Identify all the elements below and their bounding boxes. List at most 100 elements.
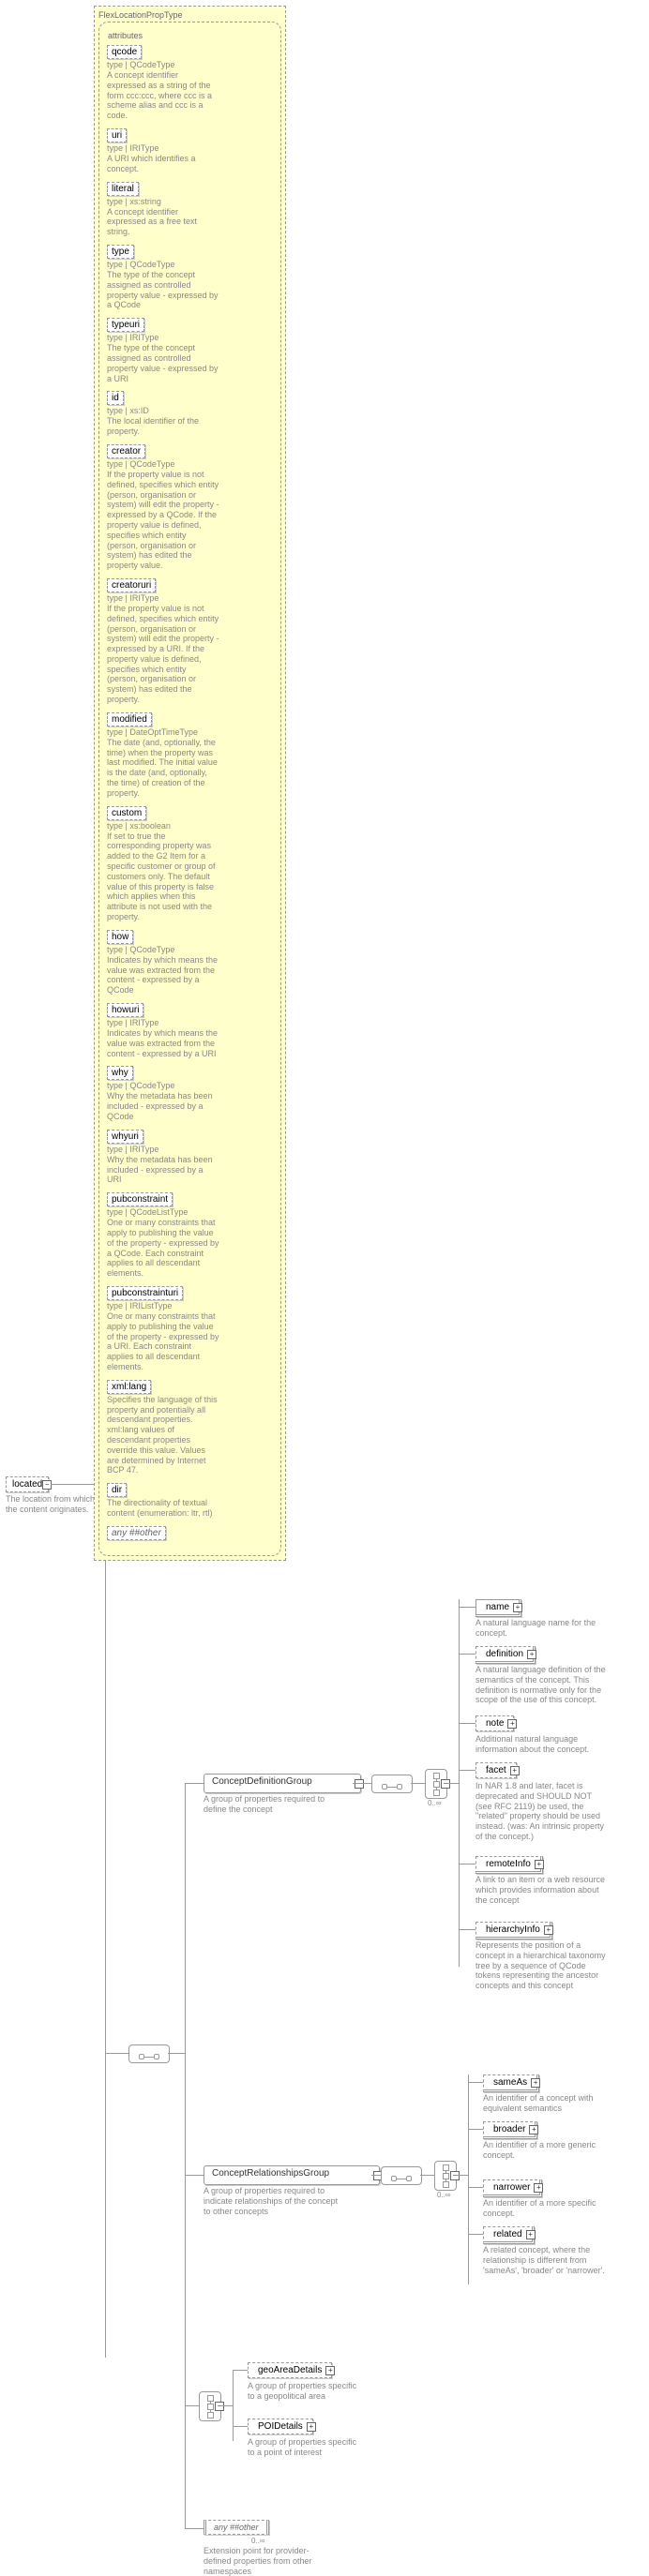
element-narrower[interactable]: narrower+ xyxy=(483,2179,542,2197)
attr-literal: literal xyxy=(107,182,139,196)
element-note[interactable]: note+ xyxy=(475,1715,514,1731)
group-cdef-desc: A group of properties required to define… xyxy=(204,1794,330,1815)
element-desc: A group of properties specific to a geop… xyxy=(248,2381,365,2402)
attr-dir: dir xyxy=(107,1483,127,1497)
attr-type: type | QCodeType xyxy=(107,459,273,469)
attr-type: type | IRIListType xyxy=(107,1301,273,1310)
any-other-attr: any ##other xyxy=(107,1526,166,1540)
attr-desc: Specifies the language of this property … xyxy=(107,1395,219,1475)
expand-icon[interactable]: + xyxy=(510,1766,520,1775)
choice-details: − xyxy=(199,2391,221,2421)
collapse-icon[interactable]: − xyxy=(441,1779,450,1789)
collapse-icon[interactable]: − xyxy=(450,2171,460,2180)
element-desc: An identifier of a more specific concept… xyxy=(483,2198,614,2219)
root-desc: The location from which the content orig… xyxy=(6,1494,99,1515)
group-crel-label: ConceptRelationshipsGroup xyxy=(212,2168,329,2179)
element-remoteInfo[interactable]: remoteInfo+ xyxy=(475,1856,543,1874)
mult-crel: 0..∞ xyxy=(437,2191,451,2199)
expand-icon[interactable]: + xyxy=(507,1719,517,1729)
element-desc: Represents the position of a concept in … xyxy=(475,1940,607,1991)
group-concept-relationships[interactable]: ConceptRelationshipsGroup − xyxy=(204,2165,380,2185)
attr-type: type | IRIType xyxy=(107,593,273,603)
attr-desc: The date (and, optionally, the time) whe… xyxy=(107,738,219,799)
expand-icon[interactable]: + xyxy=(544,1925,553,1935)
expand-icon[interactable]: + xyxy=(535,1860,544,1869)
attr-qcode: qcode xyxy=(107,45,142,59)
attr-type: type | QCodeType xyxy=(107,945,273,954)
element-POIDetails[interactable]: POIDetails+ xyxy=(248,2419,313,2434)
attr-desc: The local identifier of the property. xyxy=(107,416,219,437)
extension-any-other: any ##other xyxy=(204,2520,269,2535)
element-desc: A group of properties specific to a poin… xyxy=(248,2437,365,2458)
attr-type: type | xs:ID xyxy=(107,406,273,415)
expand-icon[interactable]: + xyxy=(526,2230,536,2239)
expand-icon[interactable]: + xyxy=(527,1650,536,1659)
element-hierarchyInfo[interactable]: hierarchyInfo+ xyxy=(475,1922,552,1939)
choice-cdef: − xyxy=(425,1769,447,1799)
element-broader[interactable]: broader+ xyxy=(483,2121,537,2139)
ext-desc: Extension point for provider-defined pro… xyxy=(204,2546,316,2576)
sequence-crel xyxy=(381,2166,422,2185)
element-facet[interactable]: facet+ xyxy=(475,1762,517,1778)
type-title: FlexLocationPropType xyxy=(98,10,281,20)
attr-desc: If the property value is not defined, sp… xyxy=(107,470,219,571)
attr-howuri: howuri xyxy=(107,1003,143,1017)
attr-desc: If the property value is not defined, sp… xyxy=(107,604,219,705)
attr-id: id xyxy=(107,391,124,405)
attr-type: type | QCodeType xyxy=(107,60,273,69)
attr-desc: A concept identifier expressed as a free… xyxy=(107,207,219,237)
ext-label: any ##other xyxy=(214,2523,259,2532)
element-desc: A link to an item or a web resource whic… xyxy=(475,1875,607,1905)
attr-desc: If set to true the corresponding propert… xyxy=(107,831,219,922)
root-element-located[interactable]: located − xyxy=(6,1476,49,1492)
collapse-icon[interactable]: − xyxy=(215,2402,224,2411)
expand-icon[interactable]: + xyxy=(325,2366,335,2375)
attr-type: type | IRIType xyxy=(107,1018,273,1027)
expand-icon[interactable]: + xyxy=(534,2183,543,2193)
choice-crel: − xyxy=(434,2161,457,2191)
element-desc: A natural language definition of the sem… xyxy=(475,1665,607,1705)
mult-ext: 0..∞ xyxy=(251,2537,265,2545)
attr-type: type | IRIType xyxy=(107,143,273,153)
mult-cdef: 0..∞ xyxy=(428,1799,442,1807)
element-desc: An identifier of a more generic concept. xyxy=(483,2140,614,2161)
element-geoAreaDetails[interactable]: geoAreaDetails+ xyxy=(248,2362,332,2378)
attr-type: type | IRIType xyxy=(107,333,273,342)
element-desc: In NAR 1.8 and later, facet is deprecate… xyxy=(475,1781,607,1842)
attr-type: type xyxy=(107,245,134,259)
attr-xml-lang: xml:lang xyxy=(107,1380,151,1394)
attr-type: type | QCodeListType xyxy=(107,1207,273,1217)
attributes-title: attributes xyxy=(107,30,273,41)
attr-type: type | xs:boolean xyxy=(107,821,273,831)
expand-icon[interactable]: + xyxy=(307,2422,316,2432)
expand-icon[interactable]: + xyxy=(531,2078,540,2088)
group-concept-definition[interactable]: ConceptDefinitionGroup − xyxy=(204,1774,361,1793)
attr-desc: The type of the concept assigned as cont… xyxy=(107,270,219,310)
element-sameAs[interactable]: sameAs+ xyxy=(483,2074,539,2092)
sequence-cdef xyxy=(371,1775,413,1793)
attr-desc: The type of the concept assigned as cont… xyxy=(107,343,219,383)
attr-type: type | xs:string xyxy=(107,197,273,206)
type-container: FlexLocationPropType attributes qcodetyp… xyxy=(94,6,286,1561)
element-name[interactable]: name+ xyxy=(475,1599,521,1617)
attr-whyuri: whyuri xyxy=(107,1130,143,1144)
attr-desc: Why the metadata has been included - exp… xyxy=(107,1155,219,1185)
element-desc: Additional natural language information … xyxy=(475,1734,607,1755)
group-cdef-label: ConceptDefinitionGroup xyxy=(212,1776,312,1787)
element-related[interactable]: related+ xyxy=(483,2226,535,2244)
attr-type: type | IRIType xyxy=(107,1145,273,1154)
attr-creator: creator xyxy=(107,444,145,458)
expand-icon[interactable]: + xyxy=(529,2125,538,2134)
attr-pubconstraint: pubconstraint xyxy=(107,1192,173,1206)
root-label: located xyxy=(12,1479,42,1490)
attr-type: type | QCodeType xyxy=(107,260,273,269)
attr-custom: custom xyxy=(107,806,146,820)
attr-creatoruri: creatoruri xyxy=(107,578,156,592)
attr-desc: One or many constraints that apply to pu… xyxy=(107,1218,219,1279)
expand-icon[interactable]: + xyxy=(513,1603,522,1612)
attr-desc: One or many constraints that apply to pu… xyxy=(107,1311,219,1372)
attr-pubconstrainturi: pubconstrainturi xyxy=(107,1286,183,1300)
attr-desc: A URI which identifies a concept. xyxy=(107,154,219,174)
attr-desc: Why the metadata has been included - exp… xyxy=(107,1091,219,1121)
element-definition[interactable]: definition+ xyxy=(475,1646,536,1664)
